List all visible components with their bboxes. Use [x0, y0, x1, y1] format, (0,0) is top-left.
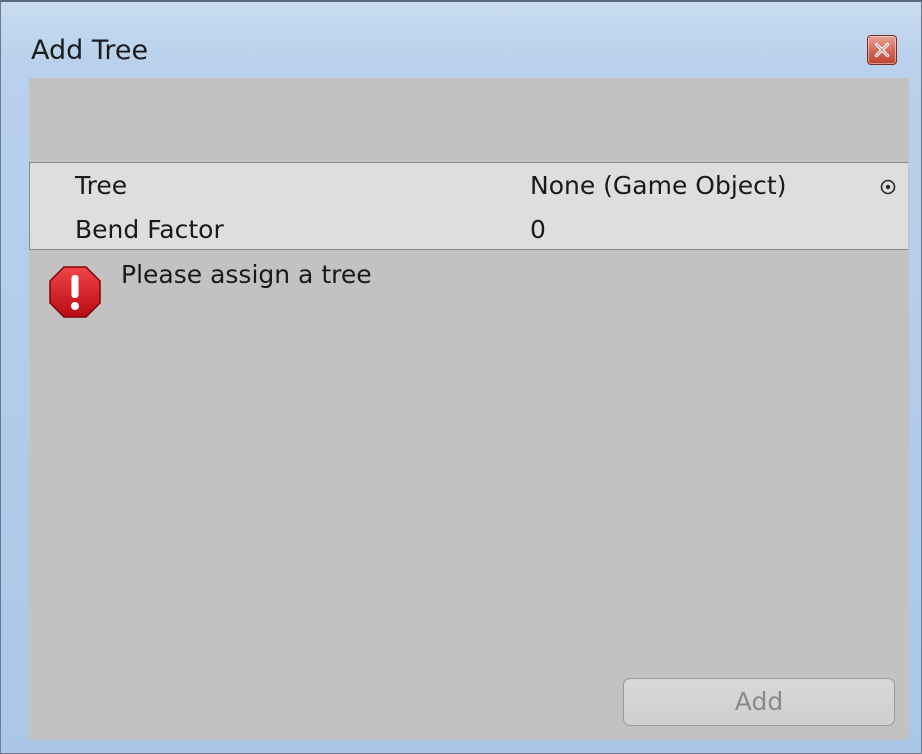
title-bar[interactable]: Add Tree [1, 2, 921, 74]
add-button[interactable]: Add [623, 678, 895, 726]
tree-label: Tree [75, 171, 128, 200]
close-icon [874, 42, 890, 58]
bend-factor-field[interactable]: 0 [530, 215, 546, 245]
add-tree-window: Add Tree Tree None (Game Object) Bend Fa… [0, 0, 922, 754]
error-icon [49, 266, 101, 318]
properties-panel: Tree None (Game Object) Bend Factor 0 [29, 162, 908, 250]
error-message: Please assign a tree [121, 260, 372, 289]
window-content: Tree None (Game Object) Bend Factor 0 Pl… [29, 78, 909, 740]
bend-factor-label: Bend Factor [75, 215, 224, 244]
header-area [29, 78, 909, 162]
error-help-box: Please assign a tree [29, 250, 909, 330]
tree-object-field[interactable]: None (Game Object) [530, 171, 786, 201]
object-picker-icon[interactable] [878, 177, 898, 197]
close-button[interactable] [867, 35, 897, 65]
window-title: Add Tree [31, 35, 149, 66]
